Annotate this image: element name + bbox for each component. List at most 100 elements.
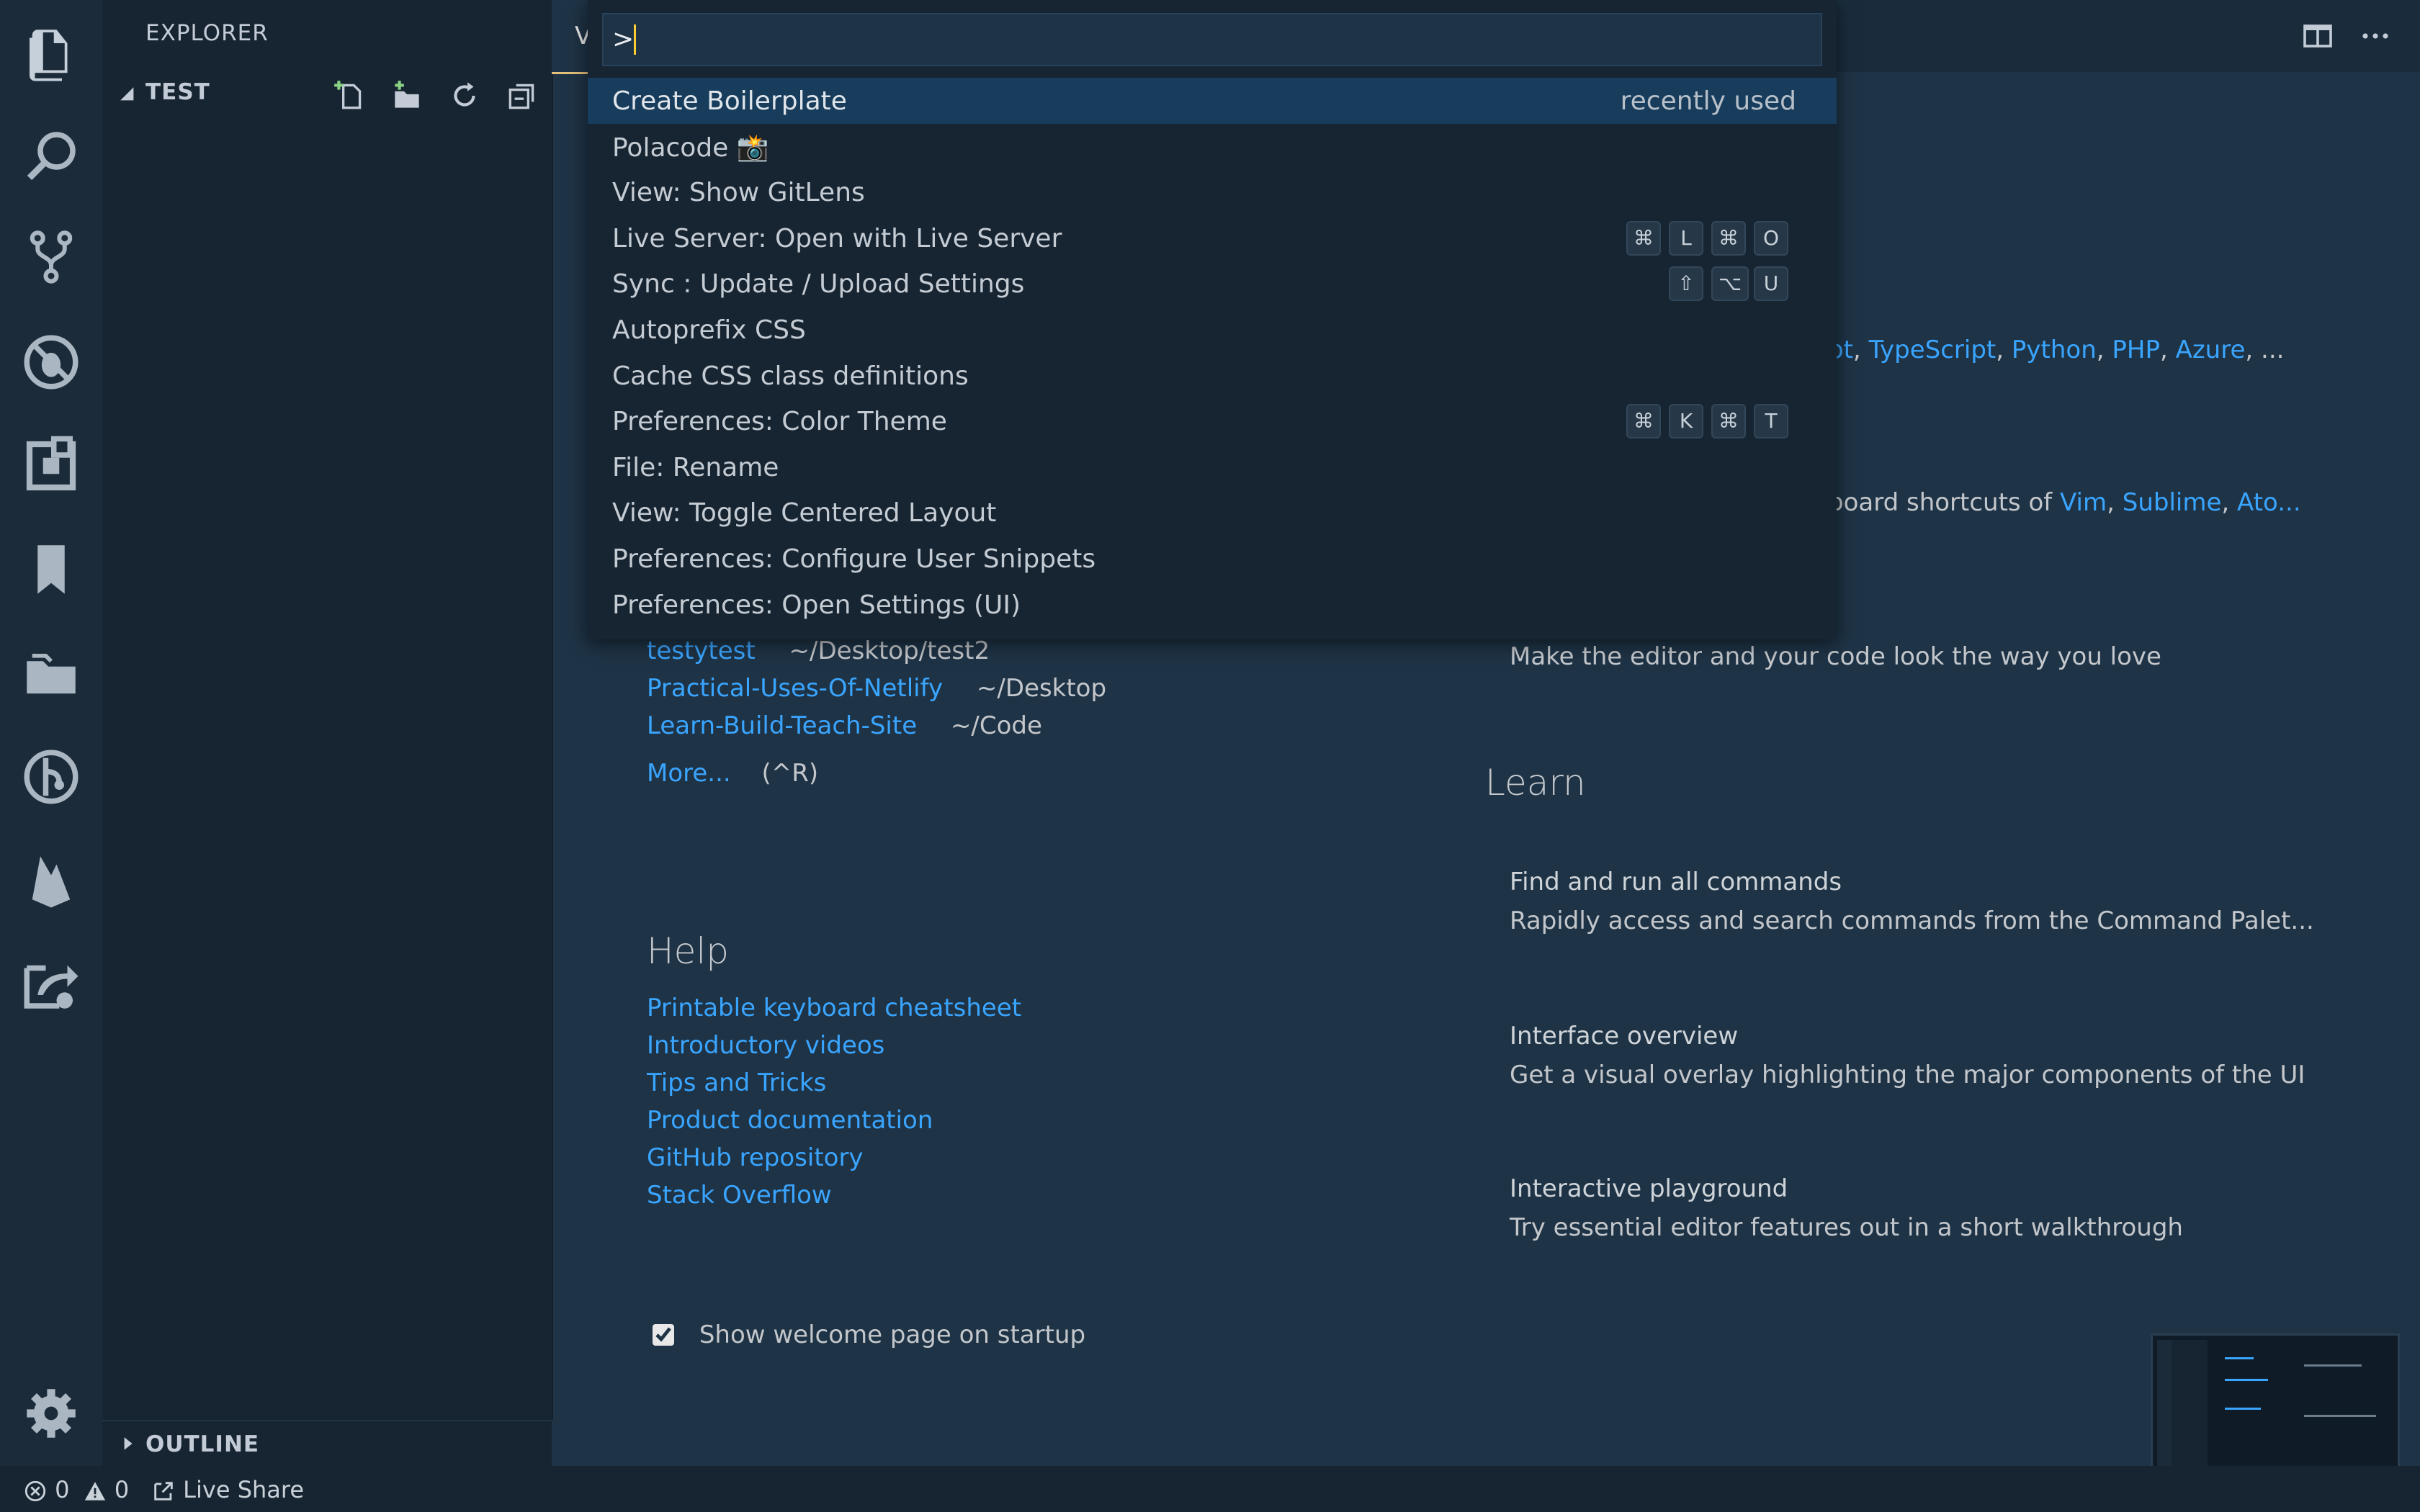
languages-ellipsis: ... — [2261, 336, 2285, 364]
keymaps-line: board shortcuts of Vim, Sublime, Ato... — [1828, 488, 2301, 517]
help-links: Printable keyboard cheatsheet Introducto… — [647, 989, 1021, 1214]
live-share-status[interactable]: Live Share — [151, 1476, 304, 1503]
command-item[interactable]: Preferences: Color Theme ⌘ K ⌘ T — [588, 398, 1837, 444]
chevron-right-icon — [124, 1437, 133, 1450]
language-link[interactable]: PHP — [2112, 336, 2160, 364]
learn-item-title: Interface overview — [1510, 1022, 1739, 1050]
error-icon — [24, 1480, 46, 1502]
learn-item[interactable]: Interactive playground Try essential edi… — [1510, 1169, 2183, 1247]
extensions-icon[interactable] — [19, 433, 84, 498]
command-label: Preferences: Color Theme — [612, 407, 947, 437]
command-label: Live Server: Open with Live Server — [612, 223, 1062, 253]
folder-header[interactable]: TEST — [102, 71, 552, 118]
settings-gear-icon[interactable] — [19, 1381, 84, 1446]
language-link[interactable]: TypeScript — [1869, 336, 1996, 364]
collapse-all-icon[interactable] — [504, 78, 540, 114]
debug-icon[interactable] — [19, 330, 84, 395]
new-folder-icon[interactable] — [389, 78, 425, 114]
explorer-sidebar: EXPLORER TEST OUTLINE — [102, 0, 553, 1467]
command-item[interactable]: View: Show GitLens — [588, 169, 1837, 215]
problems-indicator[interactable]: 0 0 — [23, 1476, 129, 1503]
more-actions-icon[interactable] — [2358, 19, 2393, 53]
command-label: Polacode 📸 — [612, 132, 769, 163]
error-count: 0 — [55, 1476, 70, 1503]
share-arrow-icon — [154, 1482, 173, 1500]
help-link[interactable]: Introductory videos — [647, 1027, 1021, 1064]
help-link[interactable]: GitHub repository — [647, 1139, 1021, 1176]
bookmark-icon[interactable] — [19, 537, 84, 602]
keybinding-key: T — [1754, 404, 1788, 439]
command-item[interactable]: View: Toggle Centered Layout — [588, 490, 1837, 536]
show-welcome-label: Show welcome page on startup — [699, 1320, 1086, 1349]
learn-item[interactable]: Interface overview Get a visual overlay … — [1510, 1017, 2305, 1094]
recent-folder-path: ~/Desktop/test2 — [789, 636, 990, 665]
keybinding-key: ⌘ — [1711, 404, 1746, 439]
search-icon[interactable] — [19, 124, 84, 189]
new-file-icon[interactable] — [331, 78, 367, 114]
recent-list: testytest ~/Desktop/test2 Practical-Uses… — [647, 636, 1106, 788]
warning-count: 0 — [114, 1476, 130, 1503]
more-row: More... (^R) — [647, 759, 1106, 788]
help-link[interactable]: Tips and Tricks — [647, 1064, 1021, 1102]
outline-header[interactable]: OUTLINE — [102, 1420, 552, 1467]
language-link[interactable]: Python — [2012, 336, 2097, 364]
recent-folder-link[interactable]: testytest — [647, 636, 756, 665]
command-label: Sync : Update / Upload Settings — [612, 269, 1025, 300]
activity-bar — [0, 0, 102, 1466]
keymap-link[interactable]: Vim — [2060, 488, 2107, 517]
chevron-down-icon — [120, 87, 134, 101]
keybinding-key: ⌘ — [1711, 220, 1746, 256]
learn-item-desc: Get a visual overlay highlighting the ma… — [1510, 1061, 2305, 1089]
files-icon[interactable] — [19, 22, 84, 86]
keymap-link[interactable]: Sublime — [2123, 488, 2222, 517]
command-item[interactable]: Cache CSS class definitions — [588, 353, 1837, 399]
firebase-icon[interactable] — [19, 848, 84, 913]
learn-item-title: Find and run all commands — [1510, 868, 1842, 896]
learn-item-title: Interactive playground — [1510, 1174, 1788, 1203]
command-hint: recently used — [1620, 86, 1796, 116]
command-palette-input[interactable]: > — [602, 13, 1822, 66]
warning-icon — [84, 1482, 105, 1500]
command-label: Autoprefix CSS — [612, 315, 806, 345]
keybinding-key: ⌥ — [1711, 266, 1749, 302]
command-item[interactable]: Live Server: Open with Live Server ⌘ L ⌘ O — [588, 215, 1837, 261]
command-item[interactable]: File: Rename — [588, 444, 1837, 490]
help-heading: Help — [647, 930, 729, 972]
learn-item-desc: Rapidly access and search commands from … — [1510, 906, 2314, 935]
command-item[interactable]: Preferences: Open Settings (UI) — [588, 582, 1837, 628]
project-manager-icon[interactable] — [19, 642, 84, 707]
help-link[interactable]: Stack Overflow — [647, 1176, 1021, 1214]
help-link[interactable]: Printable keyboard cheatsheet — [647, 989, 1021, 1027]
live-share-icon[interactable] — [19, 952, 84, 1017]
help-link[interactable]: Product documentation — [647, 1102, 1021, 1139]
command-item[interactable]: Create Boilerplate recently used — [588, 78, 1837, 124]
command-label: View: Toggle Centered Layout — [612, 498, 997, 528]
recent-folder-link[interactable]: Learn-Build-Teach-Site — [647, 711, 917, 740]
source-control-icon[interactable] — [19, 225, 84, 289]
command-item[interactable]: Sync : Update / Upload Settings ⇧ ⌥ U — [588, 261, 1837, 307]
command-label: File: Rename — [612, 452, 779, 482]
more-recent-link[interactable]: More... — [647, 759, 731, 788]
folder-title: TEST — [145, 79, 210, 105]
keybinding-key: O — [1754, 220, 1788, 256]
learn-heading: Learn — [1485, 762, 1586, 804]
refresh-icon[interactable] — [447, 78, 483, 114]
keymaps-prefix: board shortcuts of — [1828, 488, 2053, 517]
command-label: Create Boilerplate — [612, 86, 847, 116]
outline-title: OUTLINE — [145, 1431, 260, 1457]
gitlens-icon[interactable] — [19, 744, 84, 809]
command-item[interactable]: Autoprefix CSS — [588, 307, 1837, 353]
recent-folder-link[interactable]: Practical-Uses-Of-Netlify — [647, 674, 943, 703]
command-palette-input-value: > — [612, 24, 635, 54]
split-editor-icon[interactable] — [2300, 19, 2335, 53]
language-link[interactable]: Azure — [2176, 336, 2246, 364]
recent-folder-path: ~/Desktop — [976, 674, 1107, 703]
keymap-link[interactable]: Ato... — [2237, 488, 2301, 517]
list-item: Practical-Uses-Of-Netlify ~/Desktop — [647, 674, 1106, 711]
learn-item[interactable]: Find and run all commands Rapidly access… — [1510, 863, 2314, 940]
command-label: View: Show GitLens — [612, 178, 865, 208]
command-item[interactable]: Preferences: Configure User Snippets — [588, 536, 1837, 582]
keybinding-key: ⌘ — [1626, 220, 1661, 256]
show-welcome-checkbox[interactable] — [653, 1323, 674, 1346]
command-item[interactable]: Polacode 📸 — [588, 124, 1837, 170]
